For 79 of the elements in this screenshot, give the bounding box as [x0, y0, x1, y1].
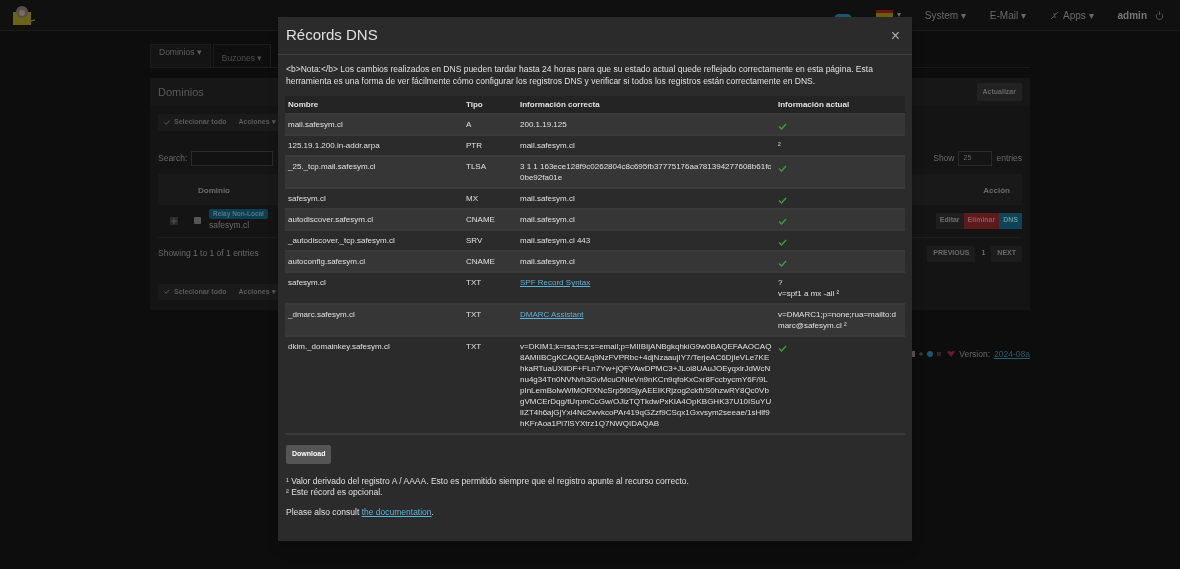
record-type: SRV — [465, 235, 484, 246]
record-value: mail.safesym.cl — [520, 141, 575, 150]
record-name: _autodiscover._tcp.safesym.cl — [287, 235, 396, 246]
column-header: Nombre — [287, 99, 320, 110]
record-type: CNAME — [465, 256, 496, 267]
record-type: TXT — [465, 341, 483, 353]
version-link[interactable]: 2024-08a — [994, 348, 1030, 361]
check-icon — [164, 119, 170, 125]
version-label: Version: — [959, 348, 991, 361]
show-label: Show — [933, 151, 955, 165]
record-value: mail.safesym.cl — [520, 194, 575, 203]
domain-name: safesym.cl — [209, 219, 250, 232]
record-type: MX — [465, 193, 479, 204]
expand-button[interactable] — [170, 216, 178, 225]
plus-icon — [171, 217, 177, 224]
check-icon — [778, 123, 787, 130]
record-type: A — [465, 119, 473, 130]
note-text: <b>Nota:</b> Los cambios realizados en DNS pueden tardar hasta 24 horas para que su estado actual quede reflejado correctamente en esta página. Esta herramienta es una forma de ver fácilmente cómo configurar los registros DNS y verificar si todos los registros están correctamente en DNS. — [286, 63, 874, 87]
entries-label: entries — [996, 151, 1022, 165]
record-name: safesym.cl — [287, 193, 327, 204]
caret-icon: ▾ — [896, 9, 901, 21]
current-value: ? — [778, 277, 783, 288]
search-field[interactable] — [191, 150, 274, 166]
check-icon — [164, 289, 170, 295]
row-checkbox[interactable] — [194, 217, 201, 224]
current-value: v=DMARC1;p=none;rua=mailto:dmarc@safesym.cl ² — [778, 309, 898, 331]
close-button[interactable]: × — [890, 23, 904, 48]
consult-text: Please also consult the documentation. — [286, 505, 435, 519]
record-help-link[interactable]: SPF Record Syntax — [520, 278, 591, 287]
check-icon — [778, 345, 787, 352]
record-name: 125.19.1.200.in-addr.arpa — [287, 140, 381, 151]
link-icon — [1049, 10, 1059, 20]
record-name: _25._tcp.mail.safesym.cl — [287, 161, 377, 173]
nav-menu[interactable]: E-Mail ▾ — [989, 7, 1026, 23]
current-value: ² — [778, 140, 781, 151]
search-label: Search: — [158, 151, 188, 165]
record-name: safesym.cl — [287, 277, 327, 289]
footnote: ² Este récord es opcional. — [286, 486, 384, 498]
power-icon[interactable] — [1155, 10, 1164, 20]
record-type: TXT — [465, 277, 483, 289]
check-icon — [778, 260, 787, 267]
column-header: Tipo — [465, 99, 484, 110]
status-drawing — [909, 350, 956, 359]
record-value: mail.safesym.cl 443 — [520, 236, 591, 245]
user-menu[interactable]: admin — [1117, 7, 1147, 23]
record-type: PTR — [465, 140, 483, 151]
entries-info: Showing 1 to 1 of 1 entries — [158, 247, 259, 260]
nav-menu[interactable]: Apps ▾ — [1049, 7, 1094, 23]
record-name: _dmarc.safesym.cl — [287, 309, 356, 321]
record-help-link[interactable]: DMARC Assistant — [520, 310, 584, 319]
record-type: TXT — [465, 309, 483, 321]
record-name: dkim._domainkey.safesym.cl — [287, 341, 391, 353]
tab[interactable]: Buzones ▾ — [212, 44, 272, 68]
record-type: CNAME — [465, 214, 496, 225]
check-icon — [778, 239, 787, 246]
dialog-title: Récords DNS — [286, 25, 378, 46]
footnote: ¹ Valor derivado del registro A / AAAA. Esto es permitido siempre que el registro apunte al recurso correcto. — [286, 475, 690, 487]
record-name: mail.safesym.cl — [287, 119, 344, 130]
nav-menu[interactable]: System ▾ — [924, 7, 966, 23]
record-value: 200.1.19.125 — [520, 120, 567, 129]
tab[interactable]: Dominios ▾ — [150, 44, 211, 68]
record-type: TLSA — [465, 161, 487, 173]
documentation-link[interactable]: the documentation — [361, 506, 432, 517]
record-value: mail.safesym.cl — [520, 257, 575, 266]
check-icon — [778, 165, 787, 172]
column-header: Dominio — [197, 184, 230, 197]
record-value: v=DKIM1;k=rsa;t=s;s=email;p=MIIBIjANBgkqhkiG9w0BAQEFAAOCAQ8AMIIBCgKCAQEAq9NzFVPRbc+4djNzaaujIY7/TerjeAC6DjIeVLe7KEhkaRTuaUXiiDF+FLn7Yw+jQFYAwDPMC3+JLoi8UAuJOEyqxirJdWcNnu4g34Tn0NVNvh3GvMcuONleVn9nKCn9qfoKxCxr8FccbycmY6F/9LpInLemBolwWlMORXNcSrp5t0SjyAEEIKRjzog2ckft/S0hzwRY8Qc0VbgVMCErDqg/tUrpmCcGw/OJizTQTkdwPxKIA4OpKBGHK37U10ISuYUlIZT4h6ajGjYxi4Nc2wvkcoPAr419qGZzf9CSqx1Gxvsym2seeae/1sHlf9hKFrAoa1Pi7lSYXtrz1Q7NWQIDAQAB — [520, 342, 772, 428]
logo-icon[interactable] — [12, 3, 36, 27]
check-icon — [778, 197, 787, 204]
current-value: v=spf1 a mx -all ² — [778, 288, 840, 299]
panel-title: Dominios — [158, 84, 204, 100]
column-header: Información correcta — [519, 99, 601, 110]
column-header: Información actual — [777, 99, 851, 110]
check-icon — [778, 218, 787, 225]
record-name: autodiscover.safesym.cl — [287, 214, 374, 225]
record-value: 3 1 1 163ece128f9c0262804c8c695fb37775176aa781394277608b61fc0be92fa01e — [520, 162, 772, 182]
record-value: mail.safesym.cl — [520, 215, 575, 224]
record-name: autoconfig.safesym.cl — [287, 256, 366, 267]
column-header: Acción — [983, 184, 1010, 197]
